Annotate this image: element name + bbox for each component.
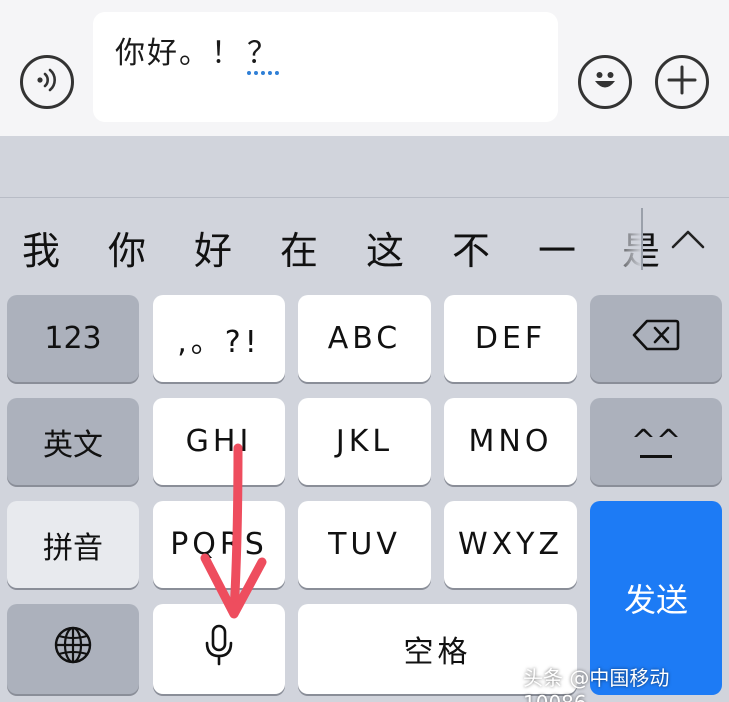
candidate-item[interactable]: 不 xyxy=(452,220,490,275)
voice-icon xyxy=(32,65,62,99)
jkl-key[interactable]: JKL xyxy=(298,398,431,485)
candidate-item[interactable]: 好 xyxy=(194,220,232,275)
english-key[interactable]: 英文 xyxy=(7,398,139,485)
voice-input-key[interactable] xyxy=(153,604,285,694)
chevron-up-icon xyxy=(670,228,706,254)
input-bar: 你好。！ ？ xyxy=(0,0,729,136)
pqrs-key-label: PQRS xyxy=(170,527,268,562)
globe-key[interactable] xyxy=(7,604,139,694)
pinyin-key[interactable]: 拼音 xyxy=(7,501,139,588)
candidate-item[interactable]: 在 xyxy=(280,220,318,275)
wxyz-key-label: WXYZ xyxy=(457,527,564,562)
emoticon-key[interactable]: ^^ xyxy=(590,398,722,485)
committed-text: 你好。！ xyxy=(115,36,243,71)
backspace-icon xyxy=(632,318,680,360)
plus-icon xyxy=(666,64,698,100)
candidate-item[interactable]: 这 xyxy=(366,220,404,275)
keyboard-top-area xyxy=(0,136,729,198)
candidate-divider xyxy=(641,208,643,270)
emoticon-mouth xyxy=(640,455,672,458)
mno-key-label: MNO xyxy=(468,424,553,459)
pinyin-key-label: 拼音 xyxy=(43,530,103,566)
mno-key[interactable]: MNO xyxy=(444,398,577,485)
send-key-label: 发送 xyxy=(623,581,688,619)
numbers-key-label: 123 xyxy=(44,321,102,356)
backspace-key[interactable] xyxy=(590,295,722,382)
def-key[interactable]: DEF xyxy=(444,295,577,382)
voice-toggle-button[interactable] xyxy=(20,55,74,109)
microphone-icon xyxy=(204,624,234,674)
plus-button[interactable] xyxy=(655,55,709,109)
emoticon-key-label: ^^ xyxy=(630,424,682,459)
tuv-key[interactable]: TUV xyxy=(298,501,431,588)
message-text: 你好。！ ？ xyxy=(115,28,279,75)
emoji-button[interactable] xyxy=(578,55,632,109)
abc-key[interactable]: ABC xyxy=(298,295,431,382)
space-key-label: 空格 xyxy=(403,635,472,670)
emoji-icon xyxy=(588,63,622,101)
punctuation-key[interactable]: ,。?! xyxy=(153,295,285,382)
watermark: 头条 @中国移动10086 xyxy=(523,666,670,702)
pqrs-key[interactable]: PQRS xyxy=(153,501,285,588)
candidate-item[interactable]: 你 xyxy=(108,220,146,275)
tuv-key-label: TUV xyxy=(328,527,401,562)
def-key-label: DEF xyxy=(474,321,547,356)
wxyz-key[interactable]: WXYZ xyxy=(444,501,577,588)
abc-key-label: ABC xyxy=(327,321,402,356)
numbers-key[interactable]: 123 xyxy=(7,295,139,382)
ghi-key-label: GHI xyxy=(185,424,253,459)
candidate-fade xyxy=(606,198,642,292)
candidate-item[interactable]: 我 xyxy=(22,220,60,275)
punctuation-key-label: ,。?! xyxy=(177,324,261,360)
expand-candidates-button[interactable] xyxy=(660,218,715,263)
globe-icon xyxy=(53,625,93,673)
candidate-bar: 我 你 好 在 这 不 一 是 xyxy=(0,198,729,292)
ghi-key[interactable]: GHI xyxy=(153,398,285,485)
message-input[interactable]: 你好。！ ？ xyxy=(93,12,558,122)
pending-text: ？ xyxy=(247,39,279,75)
english-key-label: 英文 xyxy=(43,427,103,463)
jkl-key-label: JKL xyxy=(335,424,394,459)
candidate-item[interactable]: 一 xyxy=(538,220,576,275)
